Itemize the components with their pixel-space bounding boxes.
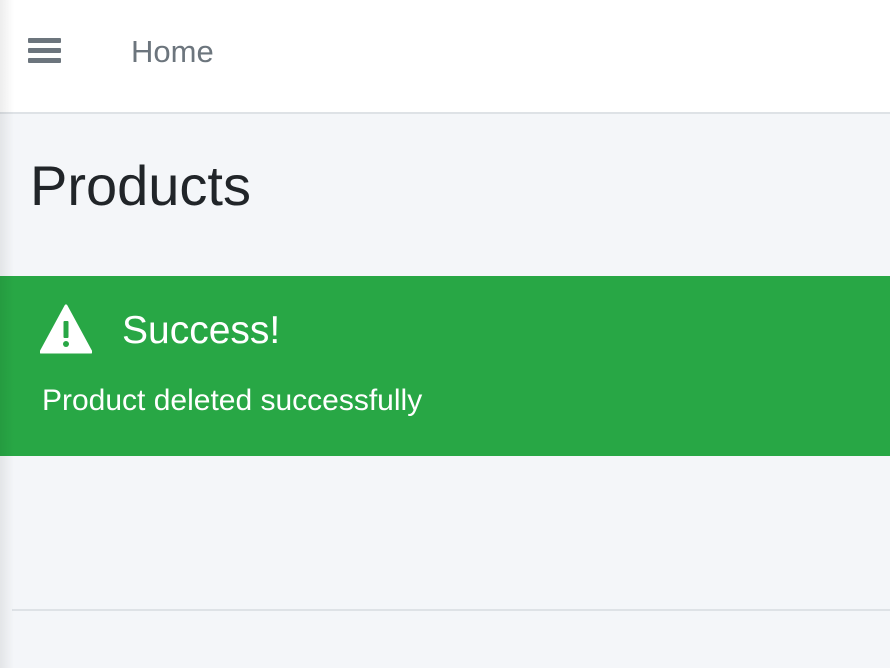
footer-divider: [12, 609, 890, 611]
alert-message: Product deleted successfully: [42, 384, 423, 417]
alert-heading: Success!: [122, 309, 281, 352]
warning-triangle-icon: [40, 304, 92, 354]
top-navbar: Home: [0, 0, 890, 114]
hamburger-bar: [28, 48, 61, 53]
page-title: Products: [30, 154, 251, 217]
hamburger-bar: [28, 58, 61, 63]
hamburger-bar: [28, 38, 61, 43]
hamburger-menu-icon[interactable]: [28, 36, 62, 66]
nav-link-home[interactable]: Home: [131, 32, 214, 72]
admin-page: Home Products Success! Product deleted s…: [0, 0, 890, 668]
success-alert: [0, 276, 890, 456]
